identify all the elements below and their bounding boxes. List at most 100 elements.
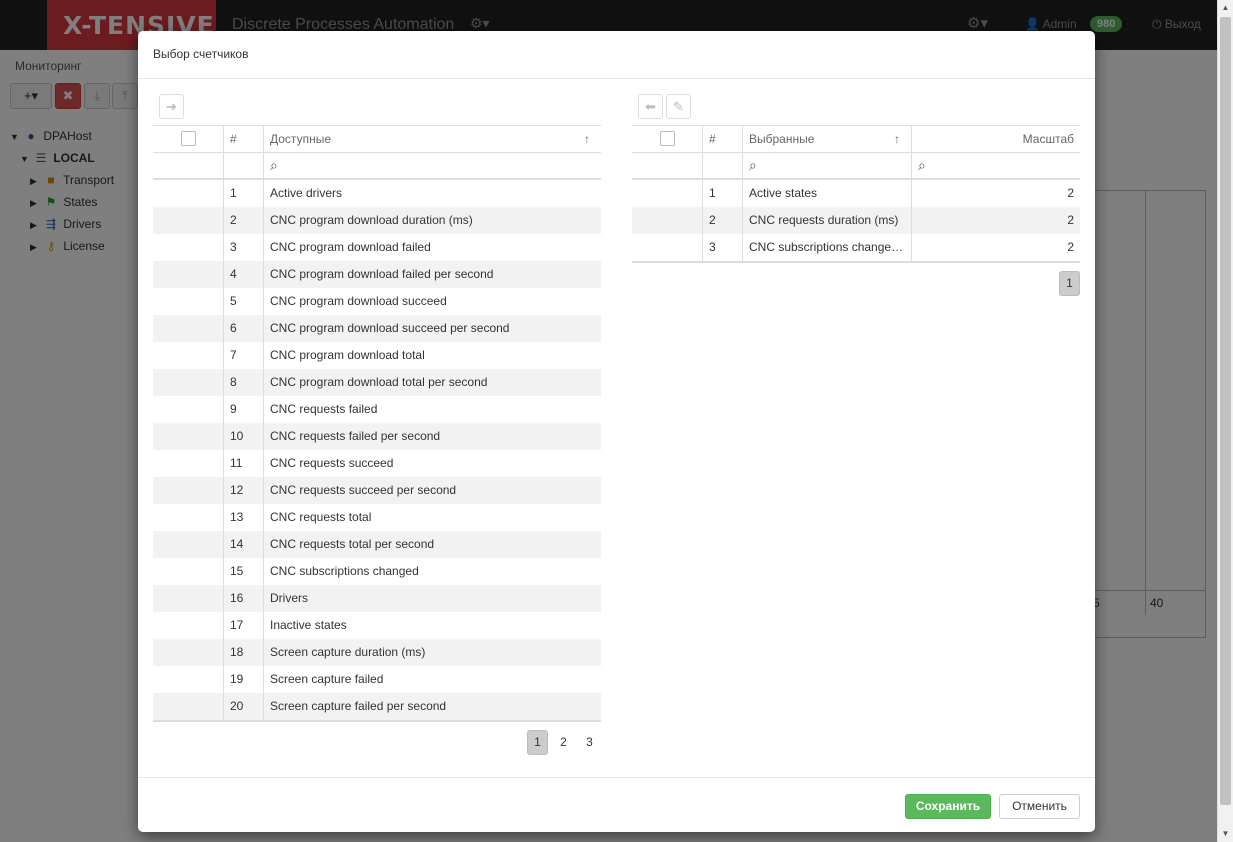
counter-scale[interactable]: 2: [911, 207, 1080, 234]
row-select-cell[interactable]: [153, 531, 223, 558]
row-select-cell[interactable]: [153, 180, 223, 207]
row-select-cell[interactable]: [632, 207, 702, 234]
counter-scale[interactable]: 2: [911, 234, 1080, 261]
row-select-cell[interactable]: [153, 504, 223, 531]
row-number: 1: [702, 180, 742, 207]
row-select-cell[interactable]: [153, 261, 223, 288]
table-row[interactable]: 16 Drivers: [153, 585, 601, 612]
table-row[interactable]: 8 CNC program download total per second: [153, 369, 601, 396]
row-select-cell[interactable]: [153, 234, 223, 261]
row-select-cell[interactable]: [153, 450, 223, 477]
table-row[interactable]: 19 Screen capture failed: [153, 666, 601, 693]
grid-body: 1 Active states 2 2 CNC requests duration (m…: [632, 180, 1080, 261]
selected-counters-grid: # Выбранные ↑ Масштаб ⌕ ⌕ 1 Active states…: [632, 125, 1080, 263]
filter-scale-input[interactable]: ⌕: [911, 153, 1080, 178]
filter-selected-input[interactable]: ⌕: [742, 153, 911, 178]
column-header-selected[interactable]: Выбранные: [742, 126, 911, 152]
sort-up-icon[interactable]: ↑: [584, 126, 590, 153]
sort-up-icon[interactable]: ↑: [894, 126, 900, 153]
grid-header: # Доступные ↑: [153, 125, 601, 153]
table-row[interactable]: 17 Inactive states: [153, 612, 601, 639]
scroll-thumb[interactable]: [1220, 17, 1231, 805]
row-select-cell[interactable]: [153, 639, 223, 666]
table-row[interactable]: 20 Screen capture failed per second: [153, 693, 601, 720]
page-link[interactable]: 2: [553, 730, 574, 755]
table-row[interactable]: 3 CNC program download failed: [153, 234, 601, 261]
counter-name: CNC subscriptions changed ...: [742, 234, 911, 261]
row-select-cell[interactable]: [153, 666, 223, 693]
grid-header: # Выбранные ↑ Масштаб: [632, 125, 1080, 153]
counter-name: CNC program download duration (ms): [263, 207, 601, 234]
table-row[interactable]: 11 CNC requests succeed: [153, 450, 601, 477]
edit-button[interactable]: ✎: [666, 94, 691, 119]
counter-name: Screen capture failed: [263, 666, 601, 693]
select-all-checkbox[interactable]: [153, 126, 223, 152]
row-select-cell[interactable]: [153, 423, 223, 450]
select-all-checkbox[interactable]: [632, 126, 702, 152]
table-row[interactable]: 18 Screen capture duration (ms): [153, 639, 601, 666]
table-row[interactable]: 12 CNC requests succeed per second: [153, 477, 601, 504]
column-header-available[interactable]: Доступные: [263, 126, 601, 152]
row-select-cell[interactable]: [153, 693, 223, 720]
page-scrollbar[interactable]: ▲ ▼: [1217, 0, 1233, 842]
counter-name: Active states: [742, 180, 911, 207]
filter-available-input[interactable]: ⌕: [263, 153, 601, 178]
row-select-cell[interactable]: [632, 180, 702, 207]
row-select-cell[interactable]: [153, 315, 223, 342]
table-row[interactable]: 14 CNC requests total per second: [153, 531, 601, 558]
scroll-up-icon[interactable]: ▲: [1218, 0, 1233, 16]
row-number: 10: [223, 423, 263, 450]
table-row[interactable]: 9 CNC requests failed: [153, 396, 601, 423]
page-link[interactable]: 1: [527, 730, 548, 755]
row-select-cell[interactable]: [153, 396, 223, 423]
row-select-cell[interactable]: [153, 558, 223, 585]
counter-name: Screen capture failed per second: [263, 693, 601, 720]
table-row[interactable]: 4 CNC program download failed per second: [153, 261, 601, 288]
table-row[interactable]: 6 CNC program download succeed per second: [153, 315, 601, 342]
row-select-cell[interactable]: [153, 585, 223, 612]
grid-body: 1 Active drivers 2 CNC program download dur…: [153, 180, 601, 720]
page-link[interactable]: 3: [579, 730, 600, 755]
page-link[interactable]: 1: [1059, 271, 1080, 296]
counter-name: Screen capture duration (ms): [263, 639, 601, 666]
row-select-cell[interactable]: [153, 477, 223, 504]
table-row[interactable]: 7 CNC program download total: [153, 342, 601, 369]
scroll-down-icon[interactable]: ▼: [1218, 826, 1233, 842]
row-number: 17: [223, 612, 263, 639]
counter-name: Drivers: [263, 585, 601, 612]
table-row[interactable]: 2 CNC program download duration (ms): [153, 207, 601, 234]
row-select-cell[interactable]: [153, 288, 223, 315]
column-header-number[interactable]: #: [702, 126, 742, 152]
table-row[interactable]: 1 Active states 2: [632, 180, 1080, 207]
row-select-cell[interactable]: [153, 342, 223, 369]
table-row[interactable]: 5 CNC program download succeed: [153, 288, 601, 315]
row-number: 7: [223, 342, 263, 369]
row-number: 2: [702, 207, 742, 234]
counter-name: Inactive states: [263, 612, 601, 639]
move-right-button[interactable]: ➔: [159, 94, 184, 119]
row-select-cell[interactable]: [153, 207, 223, 234]
table-row[interactable]: 1 Active drivers: [153, 180, 601, 207]
row-select-cell[interactable]: [153, 612, 223, 639]
counter-name: CNC program download failed per second: [263, 261, 601, 288]
table-row[interactable]: 15 CNC subscriptions changed: [153, 558, 601, 585]
row-select-cell[interactable]: [153, 369, 223, 396]
counter-name: CNC program download total per second: [263, 369, 601, 396]
column-header-number[interactable]: #: [223, 126, 263, 152]
column-header-scale[interactable]: Масштаб: [911, 126, 1080, 152]
counter-name: CNC program download succeed: [263, 288, 601, 315]
counter-scale[interactable]: 2: [911, 180, 1080, 207]
table-row[interactable]: 13 CNC requests total: [153, 504, 601, 531]
move-left-button[interactable]: ⬅: [638, 94, 663, 119]
table-row[interactable]: 10 CNC requests failed per second: [153, 423, 601, 450]
search-icon: ⌕: [270, 157, 278, 173]
arrow-left-icon: ⬅: [645, 99, 656, 114]
save-button[interactable]: Сохранить: [905, 794, 991, 819]
search-icon: ⌕: [918, 157, 926, 173]
row-number: 15: [223, 558, 263, 585]
table-row[interactable]: 2 CNC requests duration (ms) 2: [632, 207, 1080, 234]
table-row[interactable]: 3 CNC subscriptions changed ... 2: [632, 234, 1080, 261]
cancel-button[interactable]: Отменить: [999, 794, 1080, 819]
row-select-cell[interactable]: [632, 234, 702, 261]
filter-row: ⌕: [153, 153, 601, 180]
